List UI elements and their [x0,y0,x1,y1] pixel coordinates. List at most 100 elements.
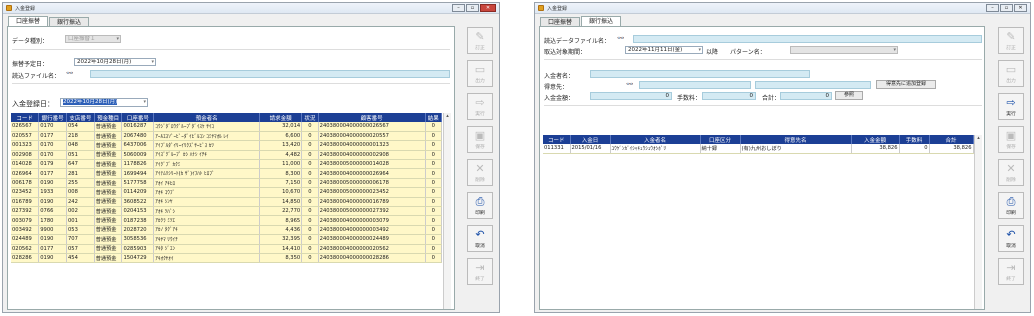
column-header[interactable]: 銀行番号 [38,113,67,122]
save-button[interactable]: ▣ 保存 [998,126,1024,153]
table-row[interactable]: 028286 0190 454 普通預金 1504729 ｱｷｵｸﾔｵｲ 8,350 0 240… [11,253,442,264]
table-cell: 0 [301,244,319,254]
table-row[interactable]: 001323 0170 048 普通預金 6437006 ｱｲﾌﾞﾙﾀﾞｲﾘｰｲﾘｸｽﾞｻ… [11,140,442,151]
edit-button[interactable]: ✎ 訂正 [998,27,1024,54]
column-header[interactable]: 預金者名 [153,113,261,122]
tab-bank-transfer[interactable]: 銀行振込 [581,16,622,26]
table-cell: ｱｲｽﾞｸﾞﾙｰﾌﾟ ｶｼ ﾊﾅｼ ｲﾁｷ [153,150,261,161]
column-header[interactable]: 合計 [929,135,974,144]
table-cell: 0187238 [121,215,155,226]
column-header[interactable]: 結果 [425,113,442,122]
table-row[interactable]: 003492 9900 053 普通預金 2028720 ｱｶﾉ ﾀｸﾞｱｷ 4,436 0 2… [11,225,442,236]
table-cell: 024489 [11,234,40,245]
table-row[interactable]: 006178 0190 255 普通預金 5177758 ｱｵｲ ｱｷﾋﾛ 7,150 0 24… [11,178,442,189]
data-type-select[interactable]: 口座振替１ ▾ [65,35,121,43]
column-header[interactable]: 手数料 [899,135,930,144]
edit-button[interactable]: ✎ 訂正 [467,27,493,54]
column-header[interactable]: コード [543,135,571,144]
column-header[interactable]: 入金日 [570,135,611,144]
main-panel: 読込データファイル名： 👓 取込対象期間： 2022年11月11日(金) ▾ 以降… [539,26,985,310]
output-button[interactable]: ▭ 出力 [467,60,493,87]
print-button[interactable]: ⎙ 印刷 [467,192,493,219]
payer-field[interactable] [590,70,810,78]
column-header[interactable]: 入金金額 [851,135,900,144]
column-header[interactable]: 請求金額 [259,113,303,122]
column-header[interactable]: 状況 [301,113,319,122]
print-button[interactable]: ⎙ 印刷 [998,192,1024,219]
read-data-file-field[interactable] [633,35,982,43]
chevron-down-icon: ▾ [116,36,119,42]
table-row[interactable]: 002908 0170 051 普通預金 5060009 ｱｲｽﾞｸﾞﾙｰﾌﾟ ｶｼ ﾊﾅ… [11,150,442,161]
table-cell: 0 [425,206,442,217]
table-scrollbar[interactable]: ▴ [443,113,451,309]
table-cell: 240380004000000016789 [318,197,426,208]
undo-button[interactable]: ↶ 取消 [998,225,1024,252]
close-button[interactable]: ✕ [480,4,496,12]
apply-button[interactable]: 参照 [835,91,863,100]
column-header[interactable]: 口座区分 [700,135,741,144]
transfer-date-field[interactable]: 2022年10月28日(月) ▾ [74,58,156,66]
close-button[interactable]: ✕ [1014,4,1027,12]
amount-field[interactable]: 0 [590,92,672,100]
exit-button[interactable]: ⇥ 終了 [467,258,493,285]
tab-bank-transfer[interactable]: 銀行振込 [49,17,90,26]
table-row[interactable]: 016789 0190 242 普通預金 3608522 ｱｵｷ ｼﾝﾔ 14,850 0 24… [11,197,442,208]
column-header[interactable]: 顧客番号 [318,113,426,122]
output-icon: ▭ [474,62,486,76]
column-header[interactable]: 預金種目 [94,113,123,122]
execute-icon: ⇨ [1006,95,1016,109]
table-row[interactable]: 023452 1933 008 普通預金 0114209 ｱｵｷ ｺｳﾌﾞ 10,670 0 2… [11,187,442,198]
fee-field[interactable]: 0 [702,92,756,100]
table-cell: 普通預金 [94,140,123,151]
deposit-date-field[interactable]: 2022年10月28日(月) ▾ [60,98,148,107]
save-button[interactable]: ▣ 保存 [467,126,493,153]
output-button[interactable]: ▭ 出力 [998,60,1024,87]
table-cell: 2028720 [121,225,155,236]
column-header[interactable]: コード [11,113,40,122]
customer-code-field[interactable] [639,81,751,89]
column-header[interactable]: 支店番号 [66,113,95,122]
undo-button[interactable]: ↶ 取消 [467,225,493,252]
execute-button[interactable]: ⇨ 実行 [467,93,493,120]
exit-button[interactable]: ⇥ 終了 [998,258,1024,285]
table-row[interactable]: 011331 2015/01/16 ﾕｳｹﾞﾝｶﾞｲｼｬｷｭｳｼｭｳｵｼﾎﾞﾘ 納十録… [543,144,974,154]
table-row[interactable]: 026964 0177 281 普通預金 1699494 ｱｲﾃﾑﾘｼﾘｰﾄ(ｶ ｻﾞ)ｲ… [11,168,442,179]
table-row[interactable]: 014028 0179 647 普通預金 1178826 ｱｲｸﾞﾌﾞ ｶｸﾐ 11,000… [11,159,442,170]
table-row[interactable]: 026567 0170 054 普通預金 0016287 ｺｳｼﾞﾀﾞﾛｳｸﾞﾙｰﾌﾟﾀﾞ… [11,122,442,132]
read-file-field[interactable] [90,70,450,78]
table-scrollbar[interactable]: ▴ [974,135,982,309]
customer-name-field[interactable] [755,81,871,89]
scroll-up-icon[interactable]: ▴ [444,113,451,119]
table-cell: 0 [301,159,319,170]
table-row[interactable]: 024489 0190 707 普通預金 3058536 ｱｷﾔﾏ ﾘｳｲﾁ 32,395 0… [11,234,442,245]
maximize-button[interactable]: ▫ [466,4,479,12]
column-header[interactable]: 入金者名 [610,135,701,144]
scroll-up-icon[interactable]: ▴ [975,135,982,141]
edit-icon: ✎ [1006,29,1016,43]
add-customer-button[interactable]: 得意先に追加登録 [876,80,936,89]
period-date-field[interactable]: 2022年11月11日(金) ▾ [625,46,703,54]
minimize-button[interactable]: – [452,4,465,12]
table-cell: ｱｲﾌﾞﾙﾀﾞｲﾘｰｲﾘｸｽﾞｻｰﾋﾞｽ ｶﾂ [153,140,261,151]
delete-button[interactable]: ✕ 削除 [998,159,1024,186]
binoculars-icon[interactable]: 👓 [66,70,74,77]
total-field[interactable]: 0 [780,92,832,100]
execute-button[interactable]: ⇨ 実行 [998,93,1024,120]
minimize-button[interactable]: – [986,4,999,12]
tab-account-transfer[interactable]: 口座振替 [540,17,581,26]
undo-label: 取消 [1006,243,1016,249]
delete-button[interactable]: ✕ 削除 [467,159,493,186]
table-row[interactable]: 003079 1780 001 普通預金 0187238 ｱｶｸﾗ ﾐﾂｴ 8,965 0 24… [11,215,442,226]
table-cell: 240380005000000014028 [318,159,426,170]
column-header[interactable]: 口座番号 [121,113,155,122]
column-header[interactable]: 得意先名 [740,135,852,144]
table-cell: 2067480 [121,131,155,142]
binoculars-icon[interactable]: 👓 [617,35,625,42]
binoculars-icon[interactable]: 👓 [626,81,634,88]
tab-account-transfer[interactable]: 口座振替 [8,16,49,26]
maximize-button[interactable]: ▫ [1000,4,1013,12]
pattern-select[interactable]: ▾ [790,46,898,54]
table-row[interactable]: 020562 0177 057 普通預金 0285903 ｱｷﾀ ｼﾞｴﾝ 14,410 0 2… [11,244,442,254]
table-row[interactable]: 027392 0766 002 普通預金 0204153 ｱｵｷ ﾂﾊﾞｼ 22,770 0 2… [11,206,442,217]
table-row[interactable]: 020557 0177 218 普通預金 2067480 ｱｰﾙｴｽｿﾞｰﾋﾞｰﾀﾞｲﾋﾞ… [11,131,442,142]
